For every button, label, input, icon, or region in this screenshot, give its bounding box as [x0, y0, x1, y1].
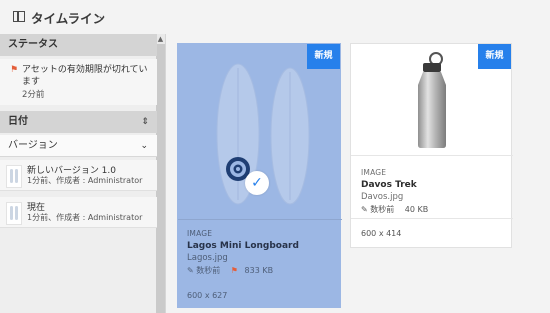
asset-filename: Davos.jpg [361, 192, 404, 202]
modified-time: 数秒前 [196, 266, 221, 275]
asset-title[interactable]: Lagos Mini Longboard [187, 241, 299, 251]
flag-icon: ⚑ [10, 65, 19, 75]
modified-time: 数秒前 [370, 205, 395, 214]
new-badge: 新規 [307, 44, 340, 69]
asset-type: IMAGE [187, 229, 213, 238]
card-divider [351, 218, 513, 219]
status-time: 2分前 [22, 90, 45, 100]
status-text: アセットの有効期限が切れています [22, 65, 148, 87]
asset-card-lagos[interactable]: ✓ 新規 IMAGE Lagos Mini Longboard Lagos.jp… [177, 43, 342, 308]
water-bottle-thumbnail [418, 52, 446, 148]
timeline-rail: ▲ ステータス ⚑ アセットの有効期限が切れています 2分前 日付 ⇕ バージョ… [0, 34, 166, 313]
version-filter-select[interactable]: バージョン ⌄ [0, 135, 157, 157]
new-badge: 新規 [478, 44, 511, 69]
scroll-up-icon[interactable]: ▲ [156, 34, 165, 44]
version-thumbnail [6, 202, 22, 225]
date-heading-label: 日付 [8, 116, 28, 127]
status-item[interactable]: ⚑ アセットの有効期限が切れています 2分前 [0, 59, 157, 105]
status-heading-label: ステータス [8, 39, 58, 50]
top-bar: タイムライン ⌄ [0, 0, 550, 34]
file-size: 833 KB [244, 266, 274, 275]
rail-scrollbar[interactable]: ▲ [156, 34, 165, 313]
asset-meta: ✎ 数秒前 40 KB [361, 204, 428, 215]
card-divider [178, 219, 342, 220]
date-heading[interactable]: 日付 ⇕ [0, 111, 157, 133]
asset-type: IMAGE [361, 168, 387, 177]
chevron-down-icon[interactable]: ⌄ [97, 9, 106, 22]
asset-filename: Lagos.jpg [187, 253, 228, 263]
asset-dimensions: 600 x 414 [361, 229, 402, 238]
card-divider [351, 155, 513, 156]
asset-title[interactable]: Davos Trek [361, 180, 417, 190]
pencil-icon: ✎ [187, 266, 194, 275]
version-meta: 1分前、作成者 : Administrator [27, 213, 143, 222]
version-filter-label: バージョン [8, 140, 58, 151]
sort-icon[interactable]: ⇕ [141, 111, 149, 133]
asset-card-davos[interactable]: 新規 IMAGE Davos Trek Davos.jpg ✎ 数秒前 40 K… [350, 43, 513, 248]
asset-meta: ✎ 数秒前 ⚑ 833 KB [187, 265, 273, 276]
status-heading: ステータス [0, 34, 157, 56]
version-item[interactable]: 新しいバージョン 1.0 1分前、作成者 : Administrator [0, 160, 157, 191]
chevron-down-icon: ⌄ [140, 141, 148, 151]
pencil-icon: ✎ [361, 205, 368, 214]
rail-view-title[interactable]: タイムライン [31, 8, 105, 27]
version-meta: 1分前、作成者 : Administrator [27, 176, 143, 185]
selected-check-icon[interactable]: ✓ [245, 171, 269, 195]
version-item[interactable]: 現在 1分前、作成者 : Administrator [0, 197, 157, 228]
file-size: 40 KB [404, 205, 429, 214]
sidebar-toggle-icon[interactable] [13, 11, 25, 22]
asset-grid: ✓ 新規 IMAGE Lagos Mini Longboard Lagos.jp… [166, 34, 550, 313]
version-thumbnail [6, 165, 22, 188]
asset-dimensions: 600 x 627 [187, 291, 228, 300]
flag-icon: ⚑ [230, 266, 238, 275]
